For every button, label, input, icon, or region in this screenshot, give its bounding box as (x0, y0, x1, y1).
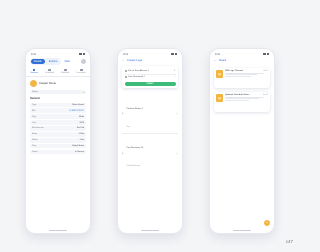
detail-row: Status In Service (30, 149, 86, 155)
nav-workload[interactable]: Workload (61, 68, 69, 74)
watermark: c47 (285, 239, 293, 244)
destination-dot-icon (124, 75, 127, 78)
document-icon: ▤ (216, 70, 223, 78)
signal-icons (79, 53, 85, 55)
tab-explore[interactable]: Explore (46, 59, 61, 64)
page-title: Create Logs (127, 58, 143, 62)
phone-create-logs: 9:41 ← Create Logs Port of Saint Abrams … (117, 48, 183, 234)
note-date: Feb 1 (263, 70, 268, 72)
origin-dot-icon (124, 69, 127, 72)
nav-scheduled[interactable]: Scheduled (45, 68, 54, 74)
phone-vessel-details: 9:41 Details Explore View Overview Sched… (25, 48, 91, 234)
back-arrow-icon[interactable]: ← (122, 58, 125, 62)
list-item[interactable]: ⌖ Port Rosemary 16 Central Basin port ◷ (122, 134, 178, 173)
note-date: Jan 15 (262, 94, 268, 96)
note-card[interactable]: ▤ Updated Schedule Notes Jan 15 (214, 92, 270, 112)
page-title: Notes (219, 58, 227, 62)
status-time: 9:41 (215, 52, 221, 56)
close-icon[interactable]: × (174, 76, 175, 78)
note-title: WM Logs Planned (225, 70, 243, 72)
start-button[interactable]: START (124, 81, 176, 87)
chevron-down-icon: ▾ (82, 91, 84, 94)
status-time: 9:41 (123, 52, 129, 56)
view-link[interactable]: View (64, 60, 70, 63)
segmented-control: Details Explore (30, 58, 62, 65)
route-card: Port of Saint Abrams 1 ⇅ Lake Rosewood 1… (122, 66, 178, 89)
detail-row: Type Water Vessel (30, 102, 86, 108)
detail-row: Manufacturer Ste Ped (30, 126, 86, 131)
note-card[interactable]: ▤ WM Logs Planned Feb 1 (214, 68, 270, 88)
detail-row: Beam 1.33m (30, 132, 86, 137)
home-indicator (233, 229, 251, 231)
status-bar: 9:41 (118, 49, 182, 56)
user-avatar[interactable] (81, 58, 86, 64)
profile-name: Caspar Stone (39, 81, 57, 86)
status-bar: 9:41 (210, 49, 274, 56)
status-bar: 9:41 (26, 49, 90, 56)
nav-documents[interactable]: Documents (76, 68, 86, 74)
pin-icon: ⌖ (122, 112, 124, 116)
home-indicator (141, 229, 159, 231)
status-time: 9:41 (31, 52, 37, 56)
status-dropdown[interactable]: Status ▾ (30, 89, 86, 95)
text-placeholder (225, 99, 249, 101)
clock-icon: ◷ (176, 113, 178, 116)
signal-icons (171, 53, 177, 55)
text-placeholder (225, 75, 251, 77)
header: ← Create Logs (118, 56, 182, 66)
status-label: Status (32, 91, 38, 94)
location-to[interactable]: Lake Rosewood 1 × (124, 74, 176, 80)
recent-locations: ⌖ Portland Station 1 2hrs ◷ ⌖ Port Rosema… (122, 94, 178, 173)
back-arrow-icon[interactable]: ← (214, 58, 217, 62)
nav-overview[interactable]: Overview (30, 68, 38, 74)
header: ← Notes (210, 56, 274, 66)
add-note-button[interactable]: + (264, 220, 270, 226)
detail-row: Year 2020 (30, 120, 86, 125)
clock-icon: ◷ (176, 152, 178, 155)
list-item[interactable]: ⌖ Portland Station 1 2hrs ◷ (122, 94, 178, 133)
document-icon: ▤ (216, 94, 223, 102)
pin-icon: ⌖ (122, 151, 124, 155)
detail-row: Flag United States (30, 143, 86, 149)
swap-icon[interactable]: ⇅ (174, 69, 176, 72)
tab-details[interactable]: Details (30, 58, 45, 64)
profile-header: Caspar Stone (26, 77, 90, 89)
note-title: Updated Schedule Notes (225, 94, 250, 96)
signal-icons (263, 53, 269, 55)
top-bar: Details Explore View (26, 56, 90, 67)
avatar (30, 79, 37, 87)
detail-row: Model 1.4m (30, 137, 86, 143)
phone-notes: 9:41 ← Notes ▤ WM Logs Planned Feb 1 ▤ U… (209, 48, 275, 234)
home-indicator (49, 229, 67, 231)
section-title: General (30, 97, 40, 101)
detail-row: Flag Malta (30, 114, 86, 119)
icon-tabs: Overview Scheduled Workload Documents (26, 67, 90, 77)
detail-row: IMO IS 8RPOYXXXT (30, 108, 86, 114)
